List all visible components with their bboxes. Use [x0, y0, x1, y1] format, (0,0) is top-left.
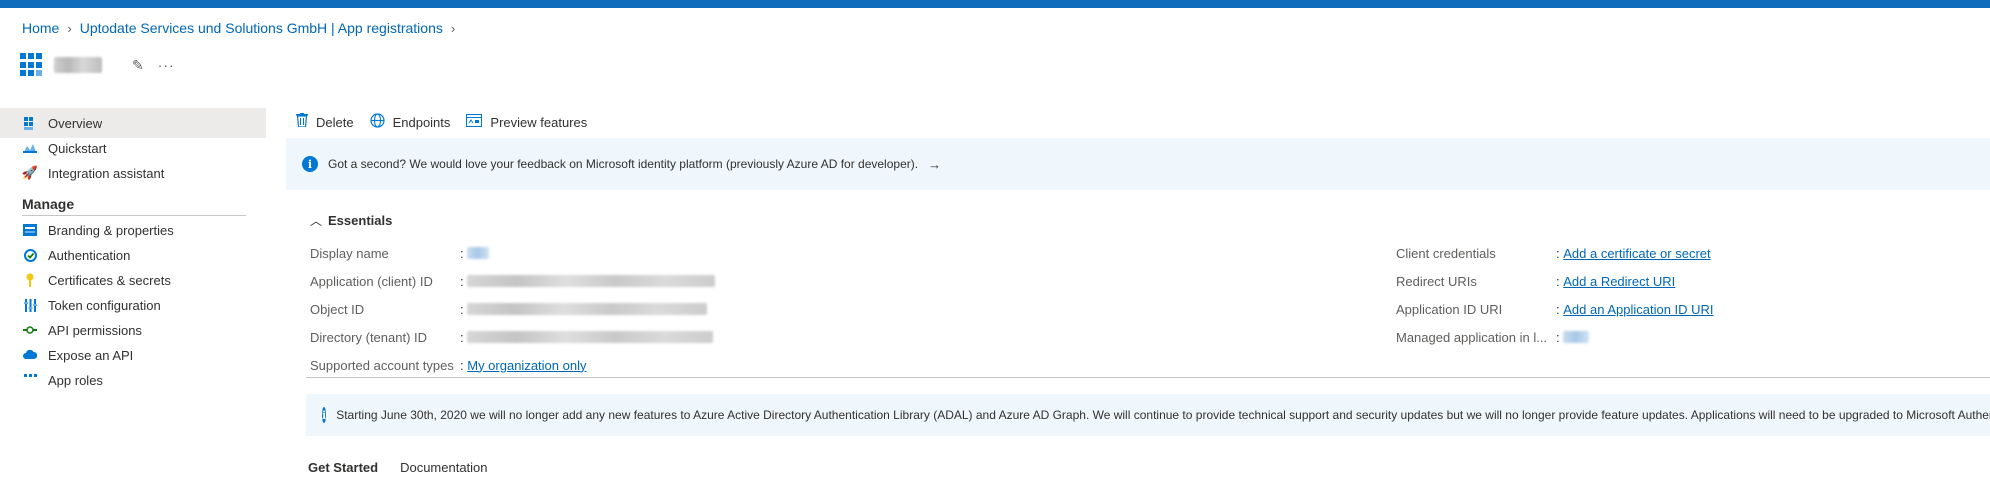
prop-display-name: Display name : [310, 244, 490, 262]
essentials-title: Essentials [328, 213, 393, 228]
prop-managed-application: Managed application in l... : [1396, 328, 1590, 346]
display-name-value [467, 247, 490, 259]
add-redirect-uri-link[interactable]: Add a Redirect URI [1563, 274, 1675, 289]
sidebar-item-label: App roles [48, 372, 103, 388]
sidebar-item-label: Expose an API [48, 347, 134, 363]
overview-icon [22, 115, 38, 131]
app-roles-icon [22, 372, 38, 388]
chevron-right-icon: › [450, 20, 456, 36]
manage-section-label: Manage [22, 196, 75, 212]
sidebar-item-label: Token configuration [48, 297, 161, 313]
chevron-up-icon: ︿ [310, 214, 323, 228]
breadcrumb-app-registrations[interactable]: Uptodate Services und Solutions GmbH | A… [80, 20, 443, 36]
api-permissions-icon [22, 322, 38, 338]
preview-features-label: Preview features [490, 114, 588, 130]
sidebar-item-label: Quickstart [48, 140, 107, 156]
sidebar-item-label: Integration assistant [48, 165, 165, 181]
info-icon: i [322, 407, 327, 423]
sidebar-item-label: API permissions [48, 322, 142, 338]
rocket-icon: 🚀 [21, 165, 39, 180]
sidebar-item-label: Authentication [48, 247, 131, 263]
branding-icon [22, 222, 38, 238]
trash-icon [296, 113, 308, 131]
tenant-id-value[interactable] [467, 331, 714, 343]
supported-account-types-link[interactable]: My organization only [467, 358, 586, 373]
essentials-toggle[interactable]: ︿ Essentials [310, 212, 392, 229]
add-application-id-uri-link[interactable]: Add an Application ID URI [1563, 302, 1713, 317]
key-icon [22, 272, 38, 288]
feedback-banner: i Got a second? We would love your feedb… [286, 138, 1990, 190]
feedback-banner-text: Got a second? We would love your feedbac… [328, 157, 919, 171]
page-title [54, 57, 102, 73]
token-icon [22, 297, 38, 313]
arrow-right-icon[interactable]: → [928, 157, 941, 172]
prop-object-id: Object ID : [310, 300, 708, 318]
info-icon: i [302, 156, 318, 172]
prop-tenant-id: Directory (tenant) ID : [310, 328, 714, 346]
delete-label: Delete [316, 114, 354, 130]
endpoints-button[interactable]: Endpoints [369, 112, 451, 132]
tab-documentation[interactable]: Documentation [400, 460, 487, 475]
prop-client-credentials: Client credentials : Add a certificate o… [1396, 245, 1711, 261]
managed-application-link[interactable] [1563, 331, 1590, 343]
sidebar: ⚲ « Overview Quickstart 🚀 Integration as… [0, 104, 266, 481]
prop-client-id: Application (client) ID : [310, 272, 716, 290]
pin-icon[interactable]: ✎ [132, 57, 144, 74]
cloud-icon [22, 347, 38, 363]
authentication-icon [22, 247, 38, 263]
essentials-divider [306, 377, 1990, 378]
sidebar-item-label: Branding & properties [48, 222, 174, 238]
prop-supported-account-types: Supported account types : My organizatio… [310, 357, 587, 373]
app-registration-icon [20, 53, 44, 77]
more-icon[interactable]: ··· [158, 57, 175, 73]
main-content: Delete Endpoints Preview features i Got … [286, 104, 1990, 481]
breadcrumb: Home › Uptodate Services und Solutions G… [22, 18, 463, 38]
prop-application-id-uri: Application ID URI : Add an Application … [1396, 301, 1714, 317]
breadcrumb-home[interactable]: Home [22, 20, 59, 36]
page-title-row: ✎ ··· [20, 50, 175, 80]
sidebar-item-label: Certificates & secrets [48, 272, 171, 288]
object-id-value[interactable] [467, 303, 708, 315]
add-certificate-link[interactable]: Add a certificate or secret [1563, 246, 1710, 261]
adal-deprecation-banner: i Starting June 30th, 2020 we will no lo… [306, 394, 1990, 436]
quickstart-icon [22, 140, 38, 156]
portal-top-bar [0, 0, 1990, 8]
delete-button[interactable]: Delete [296, 113, 354, 131]
preview-icon [466, 113, 483, 131]
sidebar-item-label: Overview [48, 115, 103, 131]
client-id-value[interactable] [467, 275, 716, 287]
endpoints-label: Endpoints [392, 114, 451, 130]
preview-features-button[interactable]: Preview features [466, 113, 588, 131]
command-bar: Delete Endpoints Preview features [296, 110, 603, 134]
adal-banner-text: Starting June 30th, 2020 we will no long… [336, 408, 1990, 422]
chevron-right-icon: › [67, 20, 72, 36]
sidebar-item-app-roles[interactable]: App roles [0, 365, 266, 395]
prop-redirect-uris: Redirect URIs : Add a Redirect URI [1396, 273, 1676, 289]
globe-icon [369, 112, 385, 132]
sidebar-item-integration-assistant[interactable]: 🚀 Integration assistant [0, 158, 266, 188]
overview-tabs: Get Started Documentation [308, 460, 510, 475]
tab-get-started[interactable]: Get Started [308, 460, 378, 475]
